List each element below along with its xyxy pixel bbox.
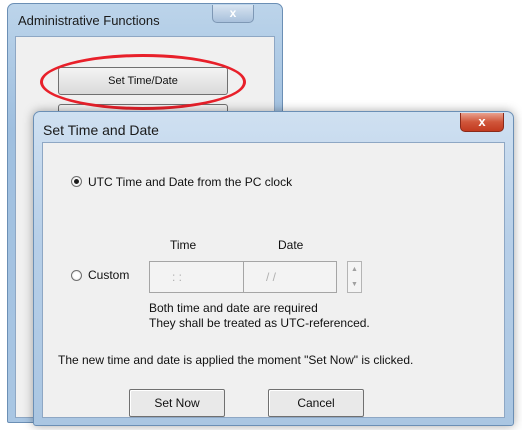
radio-selected-dot — [74, 179, 79, 184]
custom-radio-button[interactable] — [71, 270, 82, 281]
close-icon: x — [229, 6, 237, 20]
highlight-circle — [40, 54, 246, 110]
time-input[interactable]: : : — [149, 261, 245, 293]
utc-radio-button[interactable] — [71, 176, 82, 187]
spin-down-icon[interactable]: ▼ — [348, 277, 361, 292]
note-line-1: Both time and date are required — [149, 301, 318, 315]
cancel-button[interactable]: Cancel — [268, 389, 364, 417]
date-header: Date — [278, 238, 304, 252]
date-input-text: / / — [266, 270, 277, 284]
time-input-text: : : — [172, 270, 183, 284]
set-now-button[interactable]: Set Now — [129, 389, 225, 417]
dialog-body: UTC Time and Date from the PC clock Time… — [42, 142, 505, 418]
close-icon: x — [478, 114, 486, 129]
dialog-close-button[interactable]: x — [460, 113, 504, 132]
admin-window-title: Administrative Functions — [18, 13, 160, 28]
custom-option-label: Custom — [88, 268, 130, 282]
utc-option-label: UTC Time and Date from the PC clock — [88, 175, 293, 189]
set-time-and-date-dialog: Set Time and Date x UTC Time and Date fr… — [33, 111, 514, 426]
spin-up-icon[interactable]: ▲ — [348, 262, 361, 277]
date-spinner[interactable]: ▲ ▼ — [347, 261, 362, 293]
admin-close-button[interactable]: x — [212, 5, 254, 23]
dialog-title: Set Time and Date — [43, 122, 159, 138]
apply-instruction: The new time and date is applied the mom… — [58, 353, 414, 367]
note-line-2: They shall be treated as UTC-referenced. — [149, 316, 370, 330]
time-header: Time — [170, 238, 197, 252]
date-input[interactable]: / / — [243, 261, 337, 293]
